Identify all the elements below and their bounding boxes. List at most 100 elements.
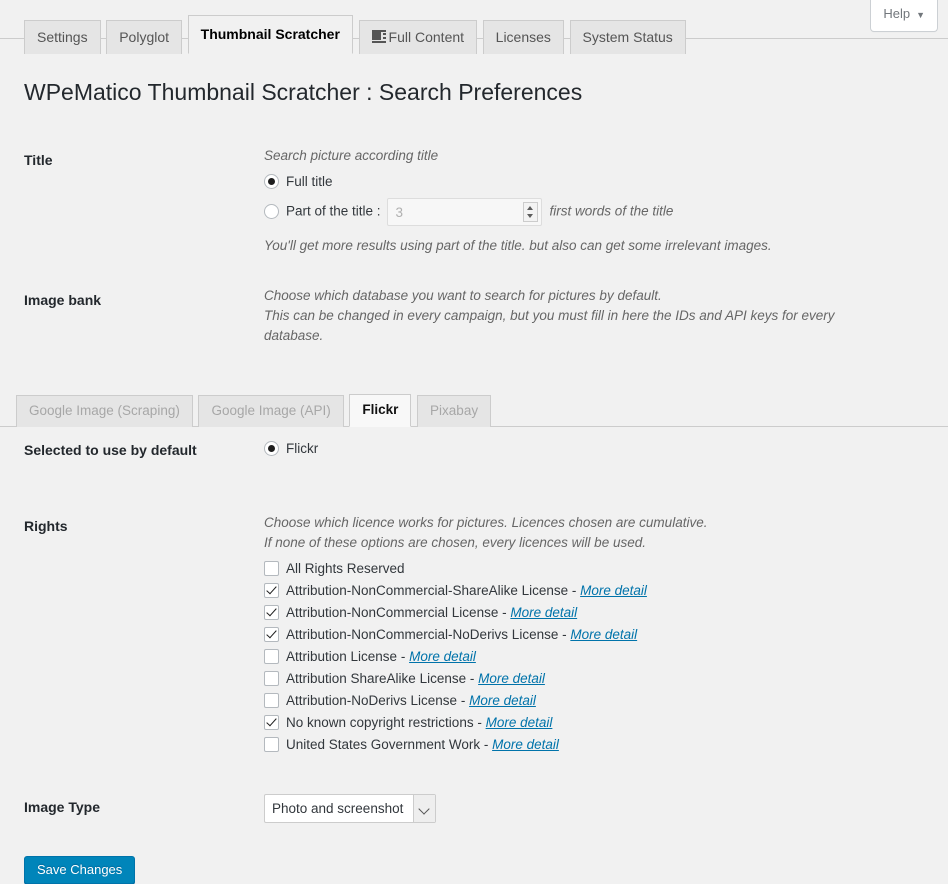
radio-full-title-label: Full title <box>286 174 333 189</box>
image-bank-tab-pixabay-label: Pixabay <box>430 403 479 418</box>
rights-item-by-nc[interactable]: Attribution-NonCommercial License - More… <box>264 603 914 623</box>
image-type-selected-value: Photo and screenshot <box>272 801 404 817</box>
image-bank-tab-flickr[interactable]: Flickr <box>349 394 412 427</box>
rights-checkbox-by-nc-nd[interactable] <box>264 627 279 643</box>
rights-link-by-sa[interactable]: More detail <box>478 671 545 686</box>
words-count-stepper[interactable] <box>522 202 538 222</box>
form-row-image-bank: Image bank Choose which database you wan… <box>24 271 924 361</box>
rights-item-all-rights-reserved[interactable]: All Rights Reserved <box>264 559 914 579</box>
field-image-type: Photo and screenshot <box>254 772 924 838</box>
tab-licenses[interactable]: Licenses <box>482 20 564 55</box>
label-selected-default: Selected to use by default <box>24 442 197 458</box>
rights-label-by-nc-sa: Attribution-NonCommercial-ShareAlike Lic… <box>286 583 569 599</box>
rights-checkbox-by[interactable] <box>264 649 279 665</box>
rights-link-us-government-work[interactable]: More detail <box>492 737 559 752</box>
field-title: Search picture according title Full titl… <box>254 131 924 271</box>
image-bank-tab-google-api[interactable]: Google Image (API) <box>198 395 344 427</box>
radio-row-part-of-title[interactable]: Part of the title : 3 first words of the t… <box>264 198 914 226</box>
page-title: WPeMatico Thumbnail Scratcher : Search P… <box>24 79 583 105</box>
rights-link-by-nc-sa[interactable]: More detail <box>580 583 647 598</box>
rights-label-by-nc-nd: Attribution-NonCommercial-NoDerivs Licen… <box>286 627 559 643</box>
tab-thumbnail-scratcher-label: Thumbnail Scratcher <box>200 26 340 42</box>
rights-link-by-nd[interactable]: More detail <box>469 693 536 708</box>
tab-thumbnail-scratcher[interactable]: Thumbnail Scratcher <box>187 15 353 55</box>
label-rights: Rights <box>24 518 68 535</box>
field-image-bank: Choose which database you want to search… <box>254 271 924 361</box>
radio-flickr-default[interactable] <box>264 441 279 456</box>
rights-checkbox-list: All Rights Reserved Attribution-NonComme… <box>264 559 914 755</box>
field-rights: Choose which licence works for pictures.… <box>254 479 924 772</box>
rights-item-us-government-work[interactable]: United States Government Work - More det… <box>264 735 914 755</box>
rights-checkbox-by-nc-sa[interactable] <box>264 583 279 599</box>
title-hint: You'll get more results using part of th… <box>264 238 772 253</box>
tab-system-status[interactable]: System Status <box>569 20 686 55</box>
tab-full-content[interactable]: Full Content <box>358 20 478 55</box>
tab-settings-label: Settings <box>37 29 88 45</box>
rights-item-by-nd[interactable]: Attribution-NoDerivs License - More deta… <box>264 691 914 711</box>
rights-item-no-known-restrictions[interactable]: No known copyright restrictions - More d… <box>264 713 914 733</box>
save-changes-button[interactable]: Save Changes <box>24 856 136 884</box>
label-title: Title <box>24 152 53 168</box>
help-button[interactable]: Help ▼ <box>870 0 938 32</box>
label-image-type: Image Type <box>24 799 100 816</box>
rights-description-1: Choose which licence works for pictures.… <box>264 515 708 531</box>
rights-checkbox-no-known-restrictions[interactable] <box>264 715 279 731</box>
chevron-down-icon <box>413 795 435 823</box>
image-bank-tab-google-api-label: Google Image (API) <box>211 403 331 418</box>
main-nav-tabs: Settings Polyglot Thumbnail Scratcher Fu… <box>0 0 948 55</box>
rights-label-by-nd: Attribution-NoDerivs License <box>286 693 458 709</box>
radio-row-full-title[interactable]: Full title <box>264 172 914 192</box>
form-row-rights: Rights Choose which licence works for pi… <box>24 479 924 772</box>
tab-settings[interactable]: Settings <box>24 20 101 55</box>
words-count-value: 3 <box>395 205 404 220</box>
form-row-image-type: Image Type Photo and screenshot <box>24 772 924 838</box>
rights-link-no-known-restrictions[interactable]: More detail <box>486 715 553 730</box>
rights-link-by-nc[interactable]: More detail <box>510 605 577 620</box>
image-bank-tab-pixabay[interactable]: Pixabay <box>417 395 492 427</box>
rights-checkbox-us-government-work[interactable] <box>264 737 279 753</box>
rights-link-by[interactable]: More detail <box>409 649 476 664</box>
flickr-settings-form: Selected to use by default Flickr Rights… <box>24 427 924 838</box>
rights-label-by-sa: Attribution ShareAlike License <box>286 671 467 687</box>
radio-full-title[interactable] <box>264 174 279 189</box>
rights-checkbox-by-nd[interactable] <box>264 693 279 709</box>
rights-label-by-nc: Attribution-NonCommercial License <box>286 605 499 621</box>
search-preferences-form: Title Search picture according title Ful… <box>24 131 924 361</box>
image-bank-tabs: Google Image (Scraping) Google Image (AP… <box>0 393 948 427</box>
rights-item-by-nc-nd[interactable]: Attribution-NonCommercial-NoDerivs Licen… <box>264 625 914 645</box>
tab-polyglot[interactable]: Polyglot <box>106 20 183 55</box>
chevron-down-icon: ▼ <box>916 9 925 20</box>
help-button-label: Help <box>883 6 911 21</box>
tab-polyglot-label: Polyglot <box>119 29 170 45</box>
label-image-bank: Image bank <box>24 292 102 308</box>
help-panel-toggle-wrap: Help ▼ <box>870 0 938 32</box>
submit-area: Save Changes <box>24 838 924 884</box>
radio-flickr-default-label: Flickr <box>286 441 319 456</box>
image-bank-description-1: Choose which database you want to search… <box>264 288 662 303</box>
rights-item-by[interactable]: Attribution License - More detail <box>264 647 914 667</box>
rights-label-us-government-work: United States Government Work <box>286 737 481 753</box>
rights-link-by-nc-nd[interactable]: More detail <box>570 627 637 642</box>
form-row-title: Title Search picture according title Ful… <box>24 131 924 271</box>
image-type-select[interactable]: Photo and screenshot <box>264 794 436 824</box>
tab-licenses-label: Licenses <box>495 29 551 45</box>
radio-part-of-title[interactable] <box>264 203 279 219</box>
rights-label-all-rights-reserved: All Rights Reserved <box>286 561 405 577</box>
words-count-input[interactable]: 3 <box>386 198 542 226</box>
rights-checkbox-by-sa[interactable] <box>264 671 279 687</box>
title-description: Search picture according title <box>264 148 439 163</box>
rights-checkbox-all-rights-reserved[interactable] <box>264 561 279 577</box>
tab-system-status-label: System Status <box>582 29 673 45</box>
tab-full-content-label: Full Content <box>388 29 465 45</box>
image-bank-tab-google-scraping[interactable]: Google Image (Scraping) <box>16 395 193 427</box>
form-row-selected-default: Selected to use by default Flickr <box>24 427 924 479</box>
image-bank-description-2: This can be changed in every campaign, b… <box>264 308 835 343</box>
list-block-icon <box>371 30 387 44</box>
rights-label-no-known-restrictions: No known copyright restrictions <box>286 715 474 731</box>
rights-description-2: If none of these options are chosen, eve… <box>264 535 646 551</box>
radio-row-flickr-default[interactable]: Flickr <box>264 439 914 459</box>
rights-item-by-nc-sa[interactable]: Attribution-NonCommercial-ShareAlike Lic… <box>264 581 914 601</box>
rights-label-by: Attribution License <box>286 649 398 665</box>
rights-checkbox-by-nc[interactable] <box>264 605 279 621</box>
rights-item-by-sa[interactable]: Attribution ShareAlike License - More de… <box>264 669 914 689</box>
